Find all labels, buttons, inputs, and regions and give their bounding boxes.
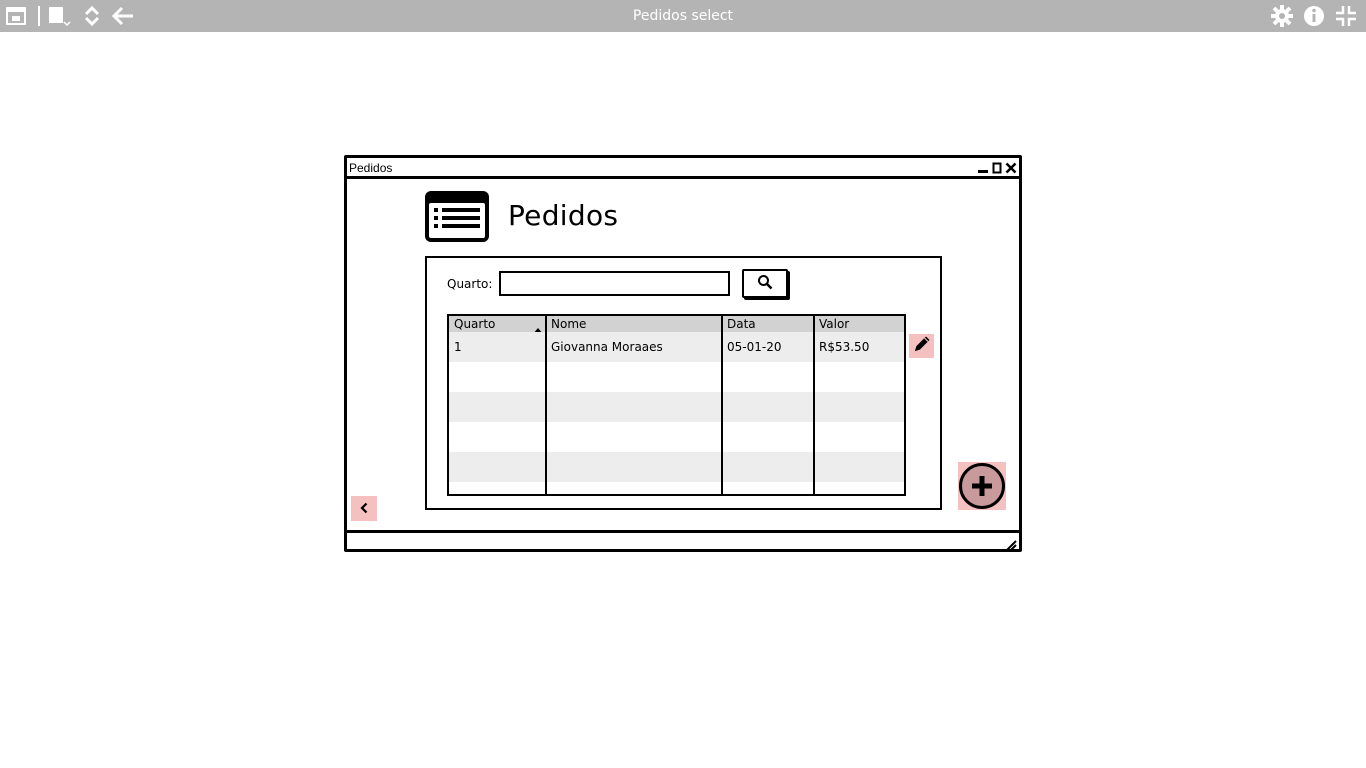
window-title: Pedidos [349,161,393,175]
table-row-empty[interactable] [449,482,904,494]
cell-quarto: 1 [454,340,462,354]
minimize-icon[interactable] [977,159,989,178]
chevron-left-icon [359,499,369,518]
window-titlebar: Pedidos [347,158,1019,179]
table-header: Quarto Nome Data Valor [449,316,904,334]
info-icon[interactable] [1302,4,1326,28]
column-divider [545,316,547,494]
gear-icon[interactable] [1270,4,1294,28]
quarto-label: Quarto: [447,277,493,291]
column-divider [721,316,723,494]
pedidos-table: Quarto Nome Data Valor 1 Giovanna Moraae… [447,314,906,496]
resize-grip-icon[interactable] [1005,536,1017,551]
table-row-empty[interactable] [449,452,904,482]
cell-data: 05-01-20 [727,340,782,354]
column-header-nome[interactable]: Nome [546,316,721,332]
table-row[interactable]: 1 Giovanna Moraaes 05-01-20 R$53.50 [449,332,904,362]
page-title: Pedidos [508,199,619,232]
list-icon [425,191,489,242]
window-statusbar [347,530,1019,551]
column-header-valor[interactable]: Valor [814,316,904,332]
cell-valor: R$53.50 [819,340,870,354]
maximize-icon[interactable] [992,159,1002,178]
close-icon[interactable] [1005,159,1017,178]
search-button[interactable] [742,269,788,298]
plus-icon [959,463,1005,509]
pencil-icon [912,334,932,358]
table-row-empty[interactable] [449,422,904,452]
column-divider [813,316,815,494]
table-row-empty[interactable] [449,392,904,422]
column-header-data[interactable]: Data [722,316,813,332]
add-pedido-button[interactable] [958,462,1006,510]
search-icon [757,274,773,294]
app-title: Pedidos select [632,8,734,24]
quarto-input[interactable] [499,271,730,296]
app-toolbar: Pedidos select [0,0,1366,32]
table-row-empty[interactable] [449,362,904,392]
edit-button[interactable] [909,334,934,358]
back-button[interactable] [351,496,377,521]
collapse-icon[interactable] [1334,4,1358,28]
column-header-quarto[interactable]: Quarto [449,316,545,332]
cell-nome: Giovanna Moraaes [551,340,663,354]
